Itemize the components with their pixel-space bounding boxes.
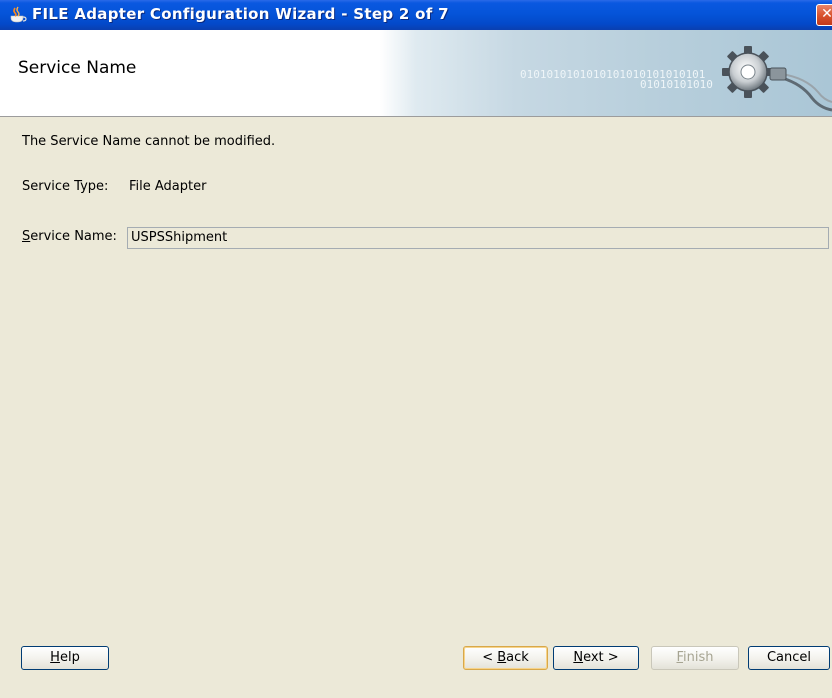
service-type-value: File Adapter — [129, 179, 207, 194]
window-title: FILE Adapter Configuration Wizard - Step… — [32, 5, 449, 23]
finish-button-label: inish — [683, 650, 714, 665]
help-button-label: elp — [59, 650, 80, 665]
info-message: The Service Name cannot be modified. — [22, 134, 276, 149]
wizard-header: Service Name 010101010101010101010101010… — [0, 30, 832, 117]
wizard-content: The Service Name cannot be modified. Ser… — [0, 117, 832, 637]
back-button[interactable]: < Back — [463, 646, 548, 670]
help-button-mnemonic: H — [50, 650, 60, 665]
service-name-label: Service Name: — [22, 229, 117, 244]
next-button-label: ext > — [583, 650, 619, 665]
service-name-field[interactable]: USPSShipment — [127, 227, 829, 249]
cancel-button[interactable]: Cancel — [748, 646, 830, 670]
wizard-window: FILE Adapter Configuration Wizard - Step… — [0, 0, 832, 698]
finish-button[interactable]: Finish — [651, 646, 739, 670]
help-button[interactable]: Help — [21, 646, 109, 670]
title-bar[interactable]: FILE Adapter Configuration Wizard - Step… — [0, 0, 832, 30]
page-title: Service Name — [18, 58, 137, 78]
oracle-cup-icon — [8, 6, 28, 24]
close-button[interactable]: ✕ — [816, 4, 832, 26]
service-type-label: Service Type: — [22, 179, 109, 194]
back-button-mnemonic: B — [497, 650, 507, 665]
back-button-prefix: < — [482, 650, 498, 665]
banner-binary-text-2: 01010101010 — [640, 78, 713, 91]
next-button[interactable]: Next > — [553, 646, 639, 670]
back-button-label: ack — [506, 650, 529, 665]
next-button-mnemonic: N — [573, 650, 584, 665]
service-name-label-text: ervice Name: — [30, 229, 117, 244]
gear-plug-icon — [712, 38, 832, 112]
